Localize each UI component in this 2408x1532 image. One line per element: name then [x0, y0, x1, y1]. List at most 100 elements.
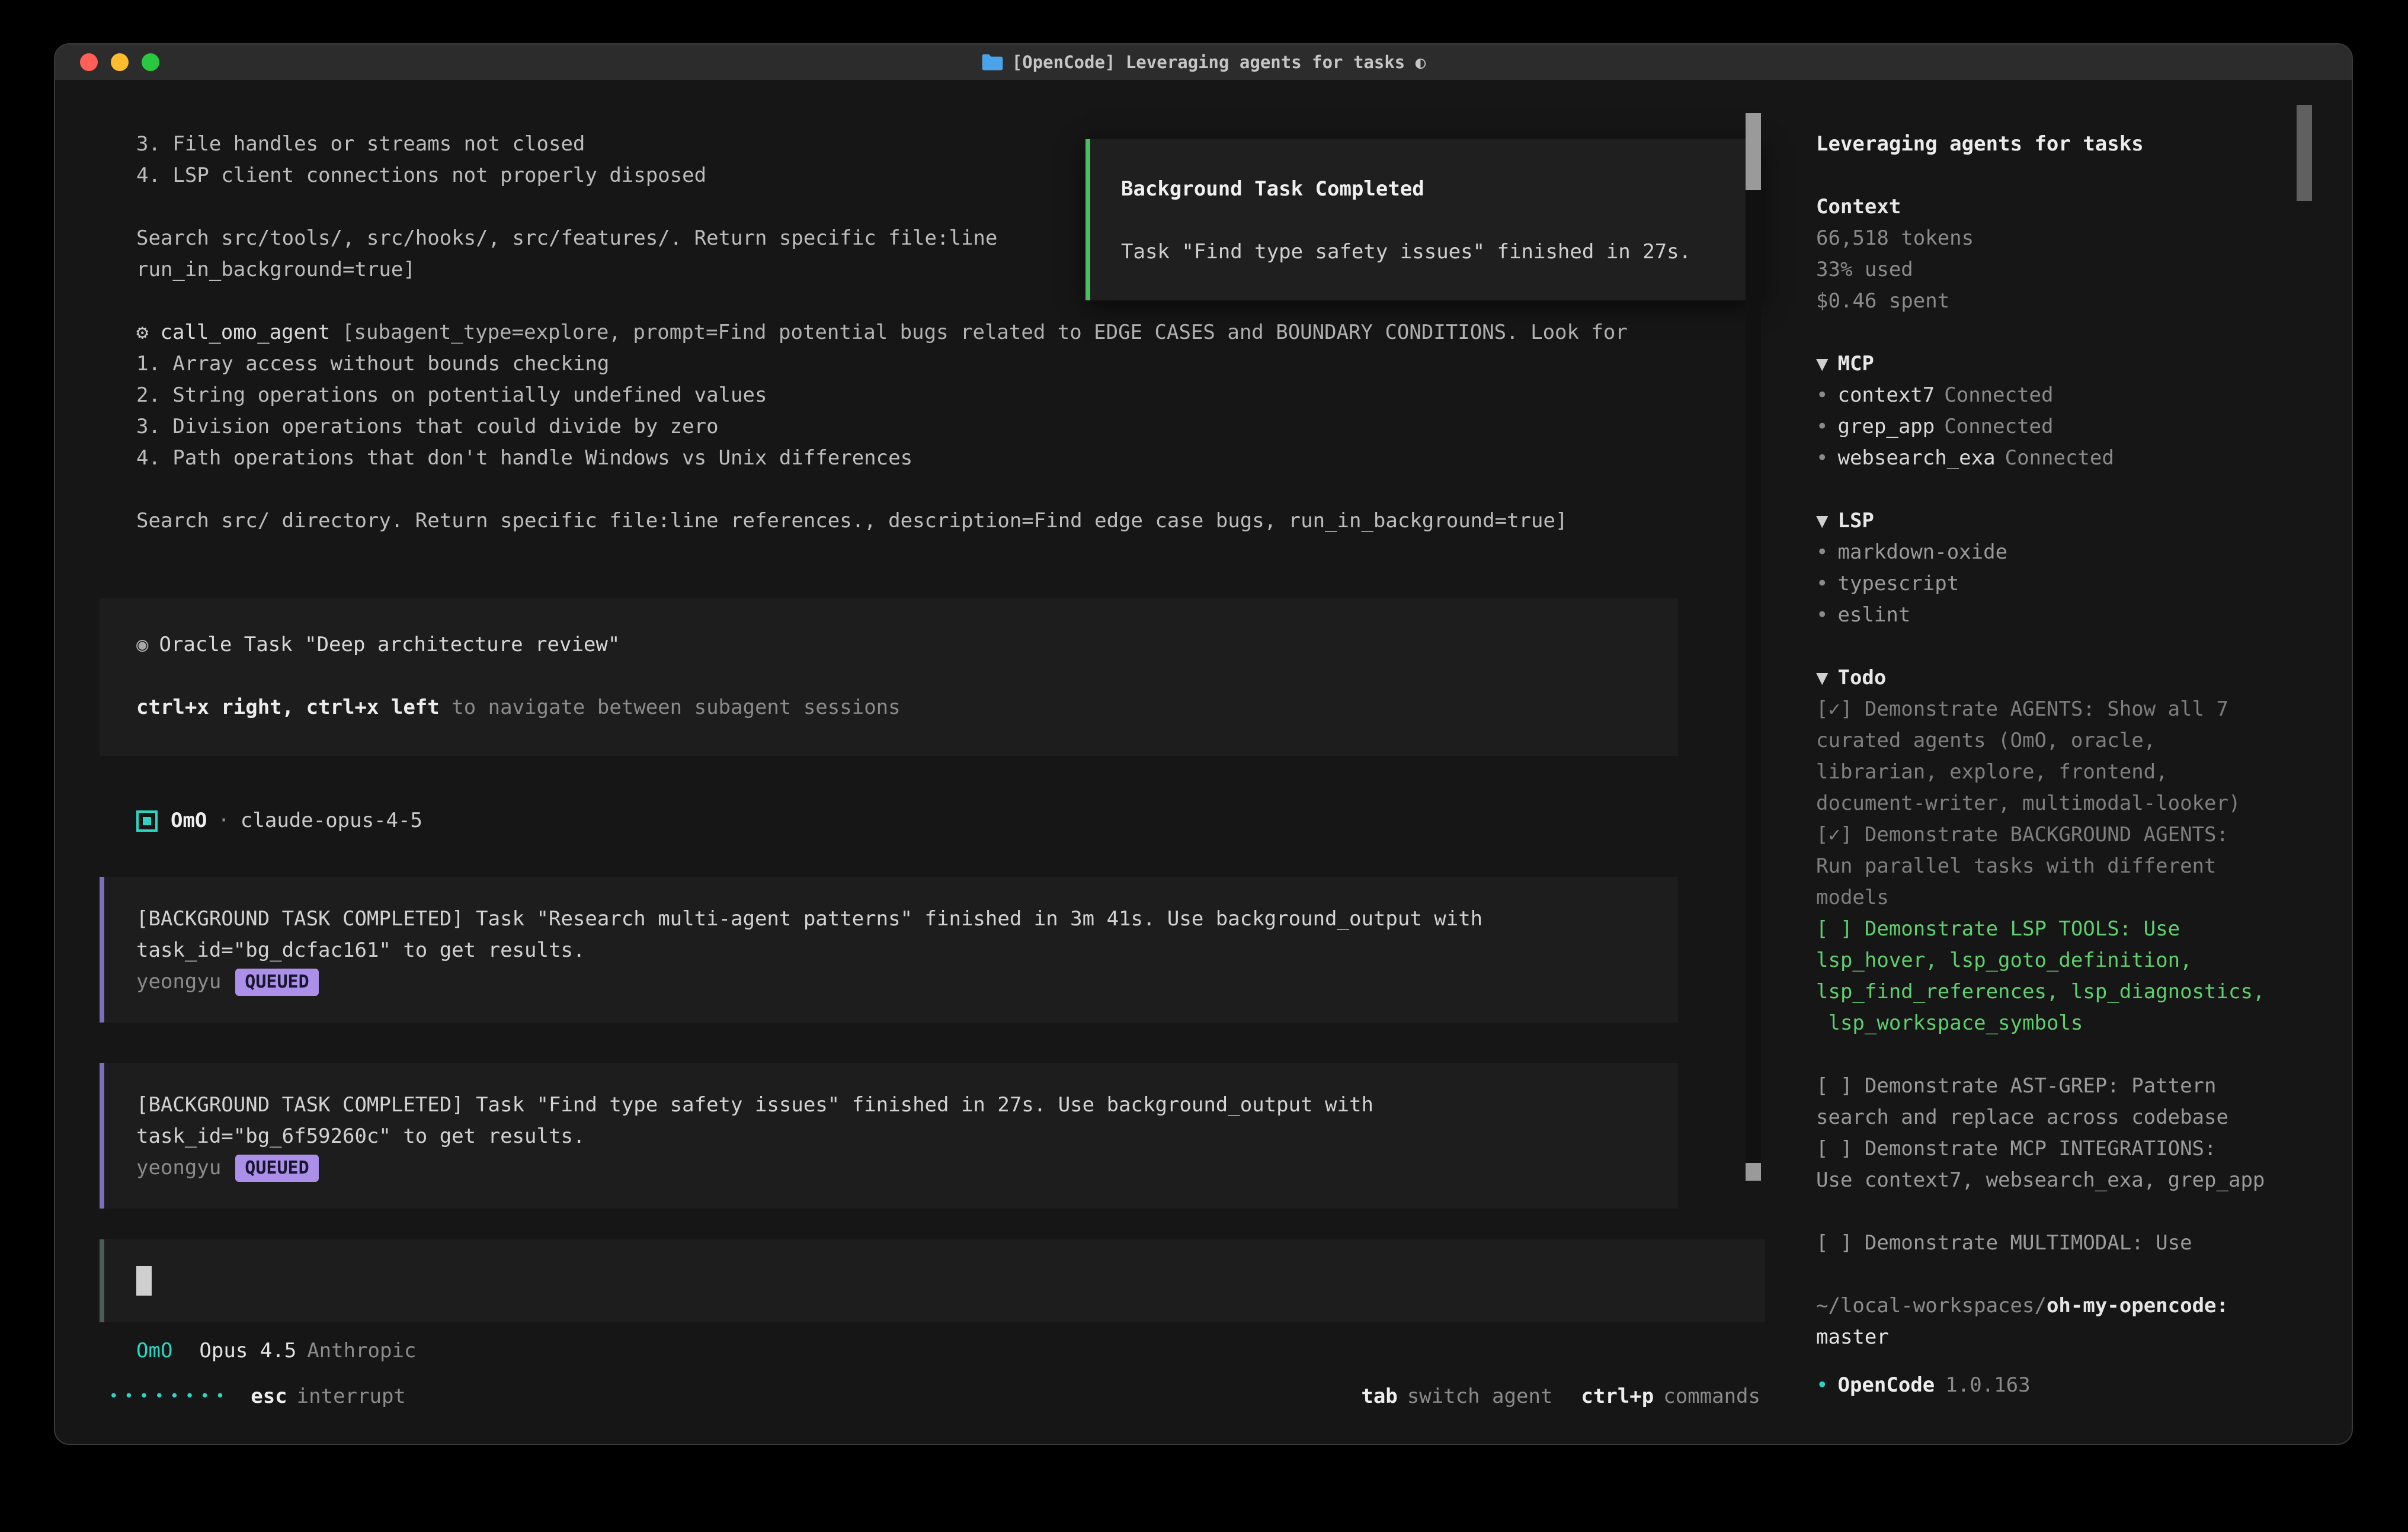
- context-spent: $0.46 spent: [1816, 286, 2281, 317]
- active-model-label: Opus 4.5: [199, 1339, 296, 1363]
- session-title: Leveraging agents for tasks: [1816, 129, 2281, 160]
- tab-key-hint: tab: [1361, 1384, 1397, 1408]
- terminal-line: Search src/ directory. Return specific f…: [100, 505, 1735, 537]
- workspace-repo: oh-my-opencode:: [2047, 1294, 2228, 1318]
- lsp-name: eslint: [1837, 603, 1910, 627]
- chevron-down-icon: ▼: [1816, 352, 1828, 376]
- message-line: [BACKGROUND TASK COMPLETED] Task "Find t…: [136, 1089, 1642, 1121]
- chevron-down-icon: ▼: [1816, 509, 1828, 533]
- provider-label: Anthropic: [307, 1339, 416, 1363]
- bullet-icon: •: [1816, 415, 1828, 438]
- folder-icon: [981, 53, 1004, 72]
- tab-key-label: switch agent: [1407, 1384, 1553, 1408]
- agent-square-icon: [136, 810, 158, 832]
- message-line: task_id="bg_dcfac161" to get results.: [136, 935, 1642, 966]
- lsp-heading: LSP: [1837, 509, 1874, 533]
- app-version: 1.0.163: [1945, 1373, 2030, 1397]
- ctrlp-key-label: commands: [1663, 1384, 1760, 1408]
- bullet-icon: •: [1816, 446, 1828, 470]
- app-name: OpenCode: [1837, 1373, 1935, 1397]
- workspace-path: ~/local-workspaces/oh-my-opencode: maste…: [1816, 1290, 2281, 1353]
- mcp-section: ▼ MCP • context7 Connected • grep_app Connect…: [1816, 348, 2281, 474]
- status-bar: •••••••• esc interrupt tab switch agent …: [55, 1367, 1793, 1444]
- background-task-message: [BACKGROUND TASK COMPLETED] Task "Resear…: [100, 877, 1678, 1023]
- esc-key-label: interrupt: [297, 1384, 406, 1408]
- minimize-button[interactable]: [111, 53, 129, 71]
- mcp-item: • grep_app Connected: [1816, 411, 2281, 443]
- context-section: Context 66,518 tokens 33% used $0.46 spe…: [1816, 191, 2281, 317]
- chevron-down-icon: ▼: [1816, 666, 1828, 690]
- context-used: 33% used: [1816, 254, 2281, 286]
- mcp-name: grep_app: [1837, 415, 1935, 438]
- prompt-input[interactable]: [100, 1239, 1765, 1322]
- lsp-section: ▼ LSP •markdown-oxide •typescript • eslint: [1816, 505, 2281, 631]
- terminal-line: 4. Path operations that don't handle Win…: [100, 443, 1735, 474]
- lsp-section-header[interactable]: ▼ LSP: [1816, 505, 2281, 537]
- lsp-item: • eslint: [1816, 600, 2281, 631]
- todo-section: ▼ Todo [✓] Demonstrate AGENTS: Show all 7…: [1816, 662, 2281, 1259]
- spinner-dots-icon: ••••••••: [109, 1387, 230, 1405]
- todo-heading: Todo: [1837, 666, 1886, 690]
- conversation-pane: 3. File handles or streams not closed 4.…: [55, 81, 1793, 1444]
- todo-item: [ ] Demonstrate MULTIMODAL: Use: [1816, 1227, 2281, 1259]
- mcp-heading: MCP: [1837, 352, 1874, 376]
- message-meta: yeongyu QUEUED: [136, 1152, 1642, 1184]
- bullet-icon: •: [1816, 383, 1828, 407]
- terminal-line: 3. Division operations that could divide…: [100, 411, 1735, 443]
- text-cursor: [136, 1266, 152, 1296]
- oracle-task-box: ◉Oracle Task "Deep architecture review" …: [100, 598, 1678, 756]
- lsp-item: •markdown-oxide: [1816, 537, 2281, 568]
- lsp-item: •typescript: [1816, 568, 2281, 600]
- background-task-message: [BACKGROUND TASK COMPLETED] Task "Find t…: [100, 1063, 1678, 1209]
- todo-item: [ ] Demonstrate MCP INTEGRATIONS: Use co…: [1816, 1133, 2281, 1196]
- message-author: yeongyu: [136, 966, 221, 998]
- main-scrollbar-thumb[interactable]: [1746, 113, 1761, 190]
- terminal-window: [OpenCode] Leveraging agents for tasks ◐…: [54, 43, 2353, 1445]
- workspace-path-line: ~/local-workspaces/oh-my-opencode:: [1816, 1290, 2281, 1322]
- mcp-status: Connected: [1944, 383, 2053, 407]
- bullet-icon: •: [1816, 1373, 1828, 1397]
- tool-call-line: ⚙call_omo_agent[subagent_type=explore, p…: [100, 317, 1735, 348]
- terminal-line: 2. String operations on potentially unde…: [100, 380, 1735, 411]
- statusbar-right: tab switch agent ctrl+p commands: [1361, 1384, 1760, 1408]
- model-info-line: OmO Opus 4.5 Anthropic: [55, 1335, 1793, 1367]
- context-heading: Context: [1816, 191, 2281, 223]
- agent-header: OmO · claude-opus-4-5: [100, 805, 1735, 836]
- message-line: task_id="bg_6f59260c" to get results.: [136, 1121, 1642, 1152]
- tool-name: call_omo_agent: [160, 320, 330, 344]
- oracle-task-title: ◉Oracle Task "Deep architecture review": [136, 629, 1642, 661]
- mcp-section-header[interactable]: ▼ MCP: [1816, 348, 2281, 380]
- context-tokens: 66,518 tokens: [1816, 223, 2281, 254]
- agent-name: OmO: [171, 805, 207, 836]
- bullet-icon: •: [1816, 603, 1828, 627]
- mcp-status: Connected: [1944, 415, 2053, 438]
- tool-args: [subagent_type=explore, prompt=Find pote…: [342, 320, 1628, 344]
- workspace-branch: master: [1816, 1322, 2281, 1353]
- mcp-item: • context7 Connected: [1816, 380, 2281, 411]
- mcp-name: websearch_exa: [1837, 446, 1995, 470]
- maximize-button[interactable]: [142, 53, 159, 71]
- status-badge: QUEUED: [235, 1155, 318, 1182]
- mcp-name: context7: [1837, 383, 1935, 407]
- active-agent-label: OmO: [136, 1339, 172, 1363]
- main-scrollbar[interactable]: [1746, 113, 1761, 1181]
- message-meta: yeongyu QUEUED: [136, 966, 1642, 998]
- desktop-background: { "window": { "title": "[OpenCode] Lever…: [0, 0, 2408, 1532]
- sidebar-scrollbar-thumb[interactable]: [2297, 105, 2312, 201]
- close-button[interactable]: [80, 53, 98, 71]
- workspace-dir: ~/local-workspaces/: [1816, 1294, 2047, 1318]
- separator-dot: ·: [217, 805, 229, 836]
- todo-item: [✓] Demonstrate AGENTS: Show all 7 curat…: [1816, 694, 2281, 819]
- todo-item: [ ] Demonstrate LSP TOOLS: Use lsp_hover…: [1816, 914, 2281, 1039]
- hint-keys: ctrl+x right, ctrl+x left: [136, 696, 440, 719]
- ctrlp-key-hint: ctrl+p: [1581, 1384, 1654, 1408]
- todo-section-header[interactable]: ▼ Todo: [1816, 662, 2281, 694]
- window-title: [OpenCode] Leveraging agents for tasks ◐: [1012, 52, 1426, 72]
- status-badge: QUEUED: [235, 969, 318, 996]
- todo-item: [✓] Demonstrate BACKGROUND AGENTS: Run p…: [1816, 819, 2281, 914]
- main-scrollbar-end[interactable]: [1746, 1163, 1761, 1181]
- mcp-item: •websearch_exaConnected: [1816, 443, 2281, 474]
- lsp-name: typescript: [1837, 572, 1959, 595]
- traffic-lights: [80, 44, 159, 80]
- message-line: [BACKGROUND TASK COMPLETED] Task "Resear…: [136, 903, 1642, 935]
